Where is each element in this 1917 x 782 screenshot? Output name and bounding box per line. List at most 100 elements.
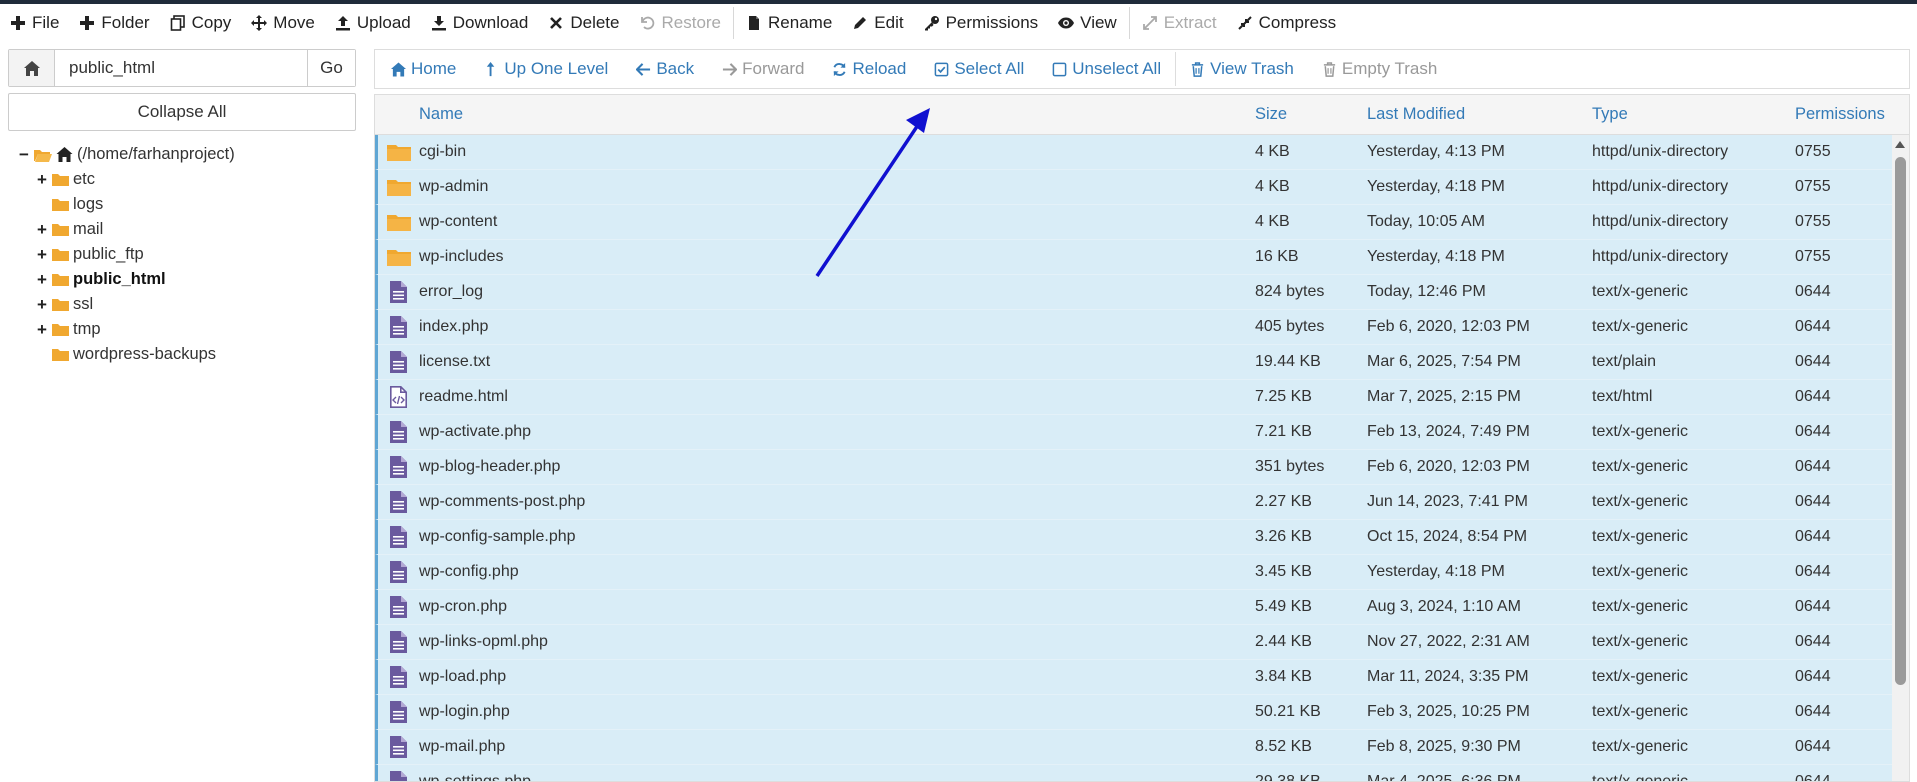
file-type: text/x-generic: [1592, 318, 1689, 335]
file-name[interactable]: wp-activate.php: [419, 423, 1255, 441]
tree-item-label: public_html: [73, 270, 166, 288]
copy-button[interactable]: Copy: [160, 4, 242, 42]
tree-item-public-ftp[interactable]: + public_ftp: [18, 242, 235, 267]
expand-icon[interactable]: +: [36, 220, 48, 240]
table-row[interactable]: readme.html 7.25 KB Mar 7, 2025, 2:15 PM te…: [375, 380, 1892, 415]
file-name[interactable]: wp-login.php: [419, 703, 1255, 721]
table-row[interactable]: wp-settings.php 29.38 KB Mar 4, 2025, 6:36…: [375, 765, 1892, 781]
path-input[interactable]: [55, 50, 307, 86]
tree-item-public-html[interactable]: + public_html: [18, 267, 235, 292]
vertical-scrollbar[interactable]: [1892, 135, 1909, 781]
table-row[interactable]: wp-links-opml.php 2.44 KB Nov 27, 2022, 2:…: [375, 625, 1892, 660]
file-name[interactable]: license.txt: [419, 353, 1255, 371]
sort-by-size[interactable]: Size: [1255, 105, 1367, 124]
collapse-icon[interactable]: −: [18, 145, 30, 165]
home-directory-button[interactable]: [9, 50, 55, 86]
tree-item-etc[interactable]: + etc: [18, 167, 235, 192]
file-name[interactable]: cgi-bin: [419, 143, 1255, 161]
tree-item-mail[interactable]: + mail: [18, 217, 235, 242]
sort-by-permissions[interactable]: Permissions: [1795, 105, 1895, 124]
collapse-all-button[interactable]: Collapse All: [8, 93, 356, 131]
file-size: 19.44 KB: [1255, 353, 1321, 370]
forward-button[interactable]: Forward: [708, 49, 818, 89]
table-row[interactable]: wp-config.php 3.45 KB Yesterday, 4:18 PM te…: [375, 555, 1892, 590]
table-row[interactable]: wp-config-sample.php 3.26 KB Oct 15, 2024,…: [375, 520, 1892, 555]
file-name[interactable]: index.php: [419, 318, 1255, 336]
toolbar-divider: [1128, 7, 1130, 39]
table-row[interactable]: license.txt 19.44 KB Mar 6, 2025, 7:54 PM t…: [375, 345, 1892, 380]
file-name[interactable]: wp-admin: [419, 178, 1255, 196]
new-file-button[interactable]: File: [0, 4, 69, 42]
file-name[interactable]: wp-settings.php: [419, 773, 1255, 781]
expand-icon[interactable]: +: [36, 270, 48, 290]
file-modified: Yesterday, 4:18 PM: [1367, 248, 1505, 265]
expand-icon[interactable]: +: [36, 295, 48, 315]
table-row[interactable]: wp-login.php 50.21 KB Feb 3, 2025, 10:25 P…: [375, 695, 1892, 730]
sort-by-modified[interactable]: Last Modified: [1367, 105, 1592, 124]
file-name[interactable]: wp-links-opml.php: [419, 633, 1255, 651]
extract-label: Extract: [1163, 13, 1217, 32]
back-button[interactable]: Back: [622, 49, 708, 89]
file-name[interactable]: wp-mail.php: [419, 738, 1255, 756]
file-name[interactable]: wp-config.php: [419, 563, 1255, 581]
table-row[interactable]: index.php 405 bytes Feb 6, 2020, 12:03 PM t…: [375, 310, 1892, 345]
unselect-all-button[interactable]: Unselect All: [1038, 49, 1175, 89]
new-folder-button[interactable]: Folder: [69, 4, 159, 42]
file-name[interactable]: wp-blog-header.php: [419, 458, 1255, 476]
empty-trash-button[interactable]: Empty Trash: [1308, 49, 1451, 89]
tree-item-wordpress-backups[interactable]: wordpress-backups: [18, 342, 235, 367]
table-row[interactable]: wp-cron.php 5.49 KB Aug 3, 2024, 1:10 AM te…: [375, 590, 1892, 625]
view-trash-button[interactable]: View Trash: [1176, 49, 1308, 89]
file-name[interactable]: readme.html: [419, 388, 1255, 406]
sort-by-type[interactable]: Type: [1592, 105, 1795, 124]
delete-button[interactable]: Delete: [538, 4, 629, 42]
file-name[interactable]: wp-includes: [419, 248, 1255, 266]
table-row[interactable]: wp-blog-header.php 351 bytes Feb 6, 2020, …: [375, 450, 1892, 485]
file-permissions: 0644: [1795, 423, 1831, 440]
tree-item-logs[interactable]: logs: [18, 192, 235, 217]
expand-icon[interactable]: +: [36, 245, 48, 265]
home-button[interactable]: Home: [377, 49, 470, 89]
file-text-icon: [378, 281, 419, 303]
tree-root[interactable]: − (/home/farhanproject): [18, 142, 235, 167]
up-one-level-button[interactable]: Up One Level: [470, 49, 622, 89]
compress-button[interactable]: Compress: [1227, 4, 1346, 42]
table-row[interactable]: wp-comments-post.php 2.27 KB Jun 14, 2023,…: [375, 485, 1892, 520]
tree-item-ssl[interactable]: + ssl: [18, 292, 235, 317]
table-row[interactable]: wp-mail.php 8.52 KB Feb 8, 2025, 9:30 PM te…: [375, 730, 1892, 765]
close-icon: [550, 17, 563, 29]
file-size: 2.27 KB: [1255, 493, 1312, 510]
scroll-thumb[interactable]: [1895, 157, 1906, 685]
file-name[interactable]: error_log: [419, 283, 1255, 301]
select-all-button[interactable]: Select All: [920, 49, 1038, 89]
go-button[interactable]: Go: [307, 50, 355, 86]
download-button[interactable]: Download: [421, 4, 539, 42]
restore-button[interactable]: Restore: [629, 4, 731, 42]
sort-by-name[interactable]: Name: [419, 105, 1255, 124]
move-button[interactable]: Move: [241, 4, 325, 42]
file-name[interactable]: wp-cron.php: [419, 598, 1255, 616]
file-name[interactable]: wp-load.php: [419, 668, 1255, 686]
file-name[interactable]: wp-content: [419, 213, 1255, 231]
table-row[interactable]: wp-content 4 KB Today, 10:05 AM httpd/unix-…: [375, 205, 1892, 240]
table-row[interactable]: error_log 824 bytes Today, 12:46 PM text/x-…: [375, 275, 1892, 310]
extract-button[interactable]: Extract: [1132, 4, 1227, 42]
table-row[interactable]: wp-load.php 3.84 KB Mar 11, 2024, 3:35 PM t…: [375, 660, 1892, 695]
upload-button[interactable]: Upload: [325, 4, 421, 42]
expand-icon[interactable]: +: [36, 320, 48, 340]
table-row[interactable]: wp-admin 4 KB Yesterday, 4:18 PM httpd/unix…: [375, 170, 1892, 205]
reload-button[interactable]: Reload: [818, 49, 920, 89]
file-name[interactable]: wp-config-sample.php: [419, 528, 1255, 546]
rename-button[interactable]: Rename: [736, 4, 842, 42]
permissions-button[interactable]: Permissions: [914, 4, 1049, 42]
table-row[interactable]: wp-activate.php 7.21 KB Feb 13, 2024, 7:49…: [375, 415, 1892, 450]
table-row[interactable]: wp-includes 16 KB Yesterday, 4:18 PM httpd/…: [375, 240, 1892, 275]
table-row[interactable]: cgi-bin 4 KB Yesterday, 4:13 PM httpd/unix-…: [375, 135, 1892, 170]
file-name[interactable]: wp-comments-post.php: [419, 493, 1255, 511]
view-button[interactable]: View: [1048, 4, 1127, 42]
scroll-up-arrow[interactable]: [1895, 141, 1905, 148]
folder-icon: [52, 174, 69, 186]
edit-button[interactable]: Edit: [842, 4, 913, 42]
tree-item-tmp[interactable]: + tmp: [18, 317, 235, 342]
expand-icon[interactable]: +: [36, 170, 48, 190]
